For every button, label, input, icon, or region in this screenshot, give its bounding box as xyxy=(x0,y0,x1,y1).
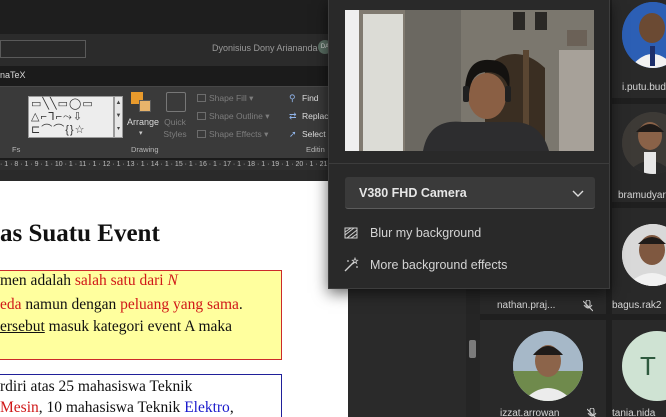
blur-background-icon xyxy=(344,227,358,239)
quick-styles-button[interactable]: Quick Styles xyxy=(162,116,188,140)
shapes-gallery-glyphs: ▭╲╲▭◯▭ △⌐ᒣ⌐⤳⇩ ⊏⌒⌒{}☆ xyxy=(31,98,94,136)
drawing-group-label: Drawing xyxy=(131,145,159,154)
participant-initial: T xyxy=(640,351,656,381)
arrange-button[interactable]: Arrange xyxy=(127,117,159,127)
replace-button[interactable]: ⇄ Replac xyxy=(289,111,328,122)
camera-preview-image xyxy=(345,10,594,151)
flyout-divider xyxy=(329,163,610,164)
participant-name: nathan.praj... xyxy=(497,300,556,311)
definition-line-1: men adalah salah satu dari N xyxy=(0,272,178,290)
camera-settings-flyout: V380 FHD Camera Blur my background More … xyxy=(328,0,610,289)
participant-name: tania.nida xyxy=(612,408,656,417)
example-line-2: Mesin, 10 mahasiswa Teknik Elektro, xyxy=(0,399,234,417)
magic-wand-icon xyxy=(344,257,359,272)
editing-group-label: Editin xyxy=(306,145,325,154)
text-run: , 10 mahasiswa Teknik xyxy=(38,399,185,416)
shape-effects-button[interactable]: Shape Effects ▾ xyxy=(197,129,268,140)
participant-tile[interactable]: izzat.arrowan xyxy=(480,320,606,417)
shape-fill-button[interactable]: Shape Fill ▾ xyxy=(197,93,253,104)
definition-line-2: eda namun dengan peluang yang sama. xyxy=(0,296,243,314)
participant-avatar xyxy=(622,112,666,174)
font-group-label: Fs xyxy=(12,145,21,154)
find-label: Find xyxy=(302,93,319,103)
more-background-effects-label: More background effects xyxy=(370,258,508,272)
participant-avatar: T xyxy=(622,331,666,401)
text-run-red: Mesin xyxy=(0,399,39,416)
participant-name: i.putu.bud xyxy=(622,82,666,93)
more-background-effects-option[interactable]: More background effects xyxy=(341,252,599,278)
text-run-red: salah satu dari xyxy=(74,272,168,289)
replace-label: Replac xyxy=(302,111,329,121)
quick-styles-line1: Quick xyxy=(164,117,186,127)
participant-avatar xyxy=(513,331,583,401)
quick-styles-icon[interactable] xyxy=(166,92,186,112)
arrange-icon[interactable] xyxy=(131,92,153,114)
participant-tile[interactable]: T tania.nida xyxy=(612,320,666,417)
shapes-gallery-scroll[interactable]: ▲ ▼ ▾ xyxy=(114,96,123,138)
text-run: . xyxy=(238,296,243,313)
shape-effects-label: Shape Effects xyxy=(209,129,262,139)
camera-preview xyxy=(345,10,594,151)
text-run-red: N xyxy=(167,272,178,289)
paint-bucket-icon xyxy=(197,94,206,102)
replace-icon: ⇄ xyxy=(289,111,297,121)
select-button[interactable]: ➚ Select xyxy=(289,129,326,140)
participant-tile[interactable]: bagus.rak2 xyxy=(612,208,666,314)
select-label: Select xyxy=(302,129,326,139)
text-run-red: eda xyxy=(0,296,22,313)
participant-name: bramudyar xyxy=(618,190,666,201)
shape-outline-label: Shape Outline xyxy=(209,111,263,121)
text-run: men adalah xyxy=(0,272,75,289)
participant-avatar xyxy=(622,224,666,286)
search-icon: ⚲ xyxy=(289,93,296,103)
participant-photo xyxy=(622,224,666,286)
mic-off-icon xyxy=(587,408,597,417)
participant-photo xyxy=(622,112,666,174)
shape-fill-label: Shape Fill xyxy=(209,93,247,103)
text-run-red: peluang yang sama xyxy=(120,296,239,313)
quick-styles-line2: Styles xyxy=(163,129,187,139)
find-button[interactable]: ⚲ Find xyxy=(289,93,319,104)
example-line-1: rdiri atas 25 mahasiswa Teknik xyxy=(0,378,193,395)
camera-select[interactable]: V380 FHD Camera xyxy=(345,177,595,209)
participant-name: izzat.arrowan xyxy=(500,408,560,417)
ppt-ribbon-tab[interactable]: naTeX xyxy=(0,70,26,80)
shape-outline-button[interactable]: Shape Outline ▾ xyxy=(197,111,270,122)
camera-select-value: V380 FHD Camera xyxy=(359,186,467,200)
chevron-down-icon xyxy=(572,190,584,197)
chevron-down-icon: ▾ xyxy=(139,130,143,137)
shape-effects-icon xyxy=(197,130,206,138)
participant-tile[interactable]: bramudyar xyxy=(612,104,666,202)
cursor-icon: ➚ xyxy=(289,129,297,139)
blur-background-option[interactable]: Blur my background xyxy=(341,220,599,246)
scrollbar-thumb[interactable] xyxy=(469,340,476,358)
participant-name: bagus.rak2 xyxy=(612,300,662,311)
text-run-blue: Elektro xyxy=(184,399,230,416)
text-run: namun dengan xyxy=(21,296,121,313)
participant-photo xyxy=(513,331,583,401)
participant-tile[interactable]: i.putu.bud xyxy=(612,0,666,98)
text-run: ersebut xyxy=(0,318,45,335)
blur-background-label: Blur my background xyxy=(370,226,482,240)
participant-photo xyxy=(622,2,666,68)
ppt-search-box[interactable] xyxy=(0,40,86,58)
mic-off-icon xyxy=(583,300,593,312)
text-run: masuk kategori event A maka xyxy=(44,318,233,335)
ppt-user-name[interactable]: Dyonisius Dony Ariananda xyxy=(212,43,318,53)
slide-title: as Suatu Event xyxy=(0,220,160,247)
participant-avatar xyxy=(622,2,666,68)
definition-line-3: ersebut masuk kategori event A maka xyxy=(0,318,232,336)
shapes-gallery[interactable]: ▭╲╲▭◯▭ △⌐ᒣ⌐⤳⇩ ⊏⌒⌒{}☆ xyxy=(28,96,114,138)
text-run: , xyxy=(229,399,234,416)
pen-outline-icon xyxy=(197,112,206,120)
screen: Dyonisius Dony Ariananda DA naTeX ▭╲╲▭◯▭… xyxy=(0,0,666,417)
